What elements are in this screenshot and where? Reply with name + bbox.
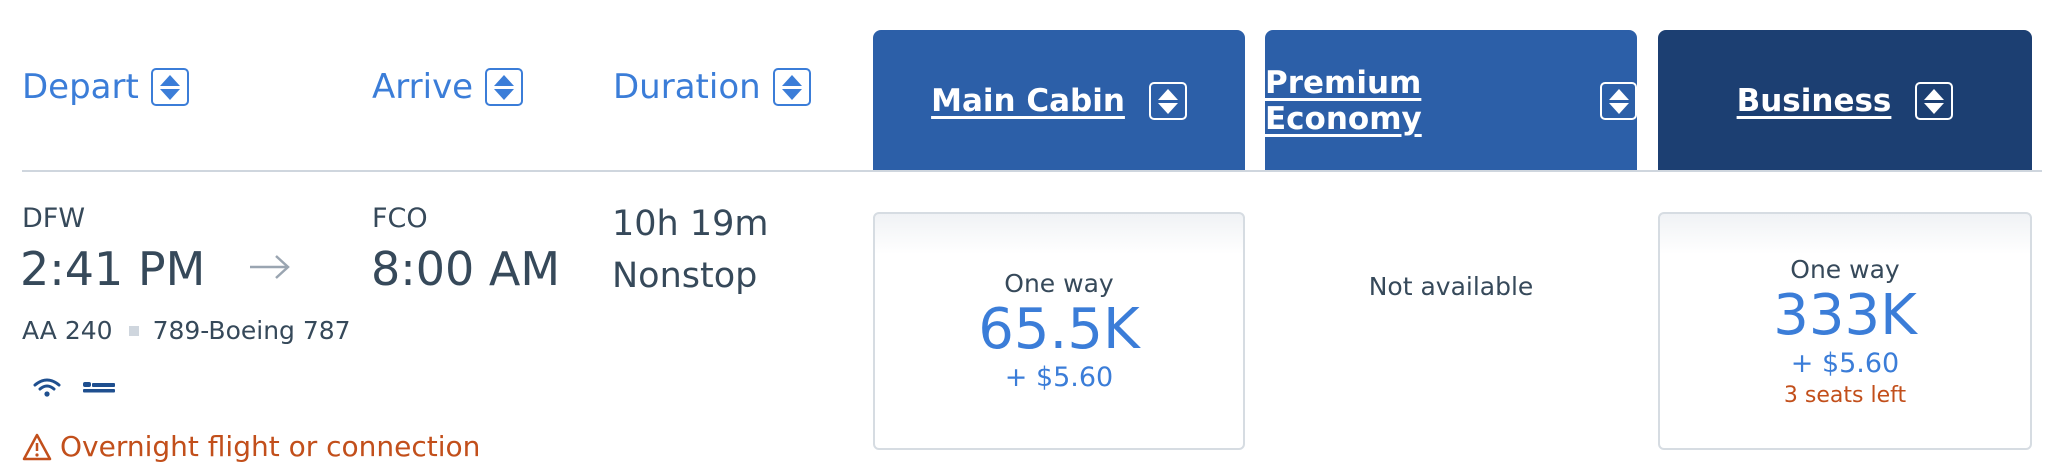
origin-airport: DFW <box>22 203 86 234</box>
fare-miles: 65.5K <box>978 297 1140 362</box>
sort-arrive-label: Arrive <box>372 67 474 107</box>
fare-label: One way <box>1004 269 1114 298</box>
fare-miles: 333K <box>1773 282 1917 348</box>
arrow-right-icon <box>250 255 290 279</box>
tab-business[interactable]: Business <box>1658 30 2032 172</box>
sort-toggle-icon[interactable] <box>772 68 811 106</box>
arrive-time: 8:00 AM <box>371 242 561 296</box>
fare-label: One way <box>1790 254 1900 284</box>
tab-main-cabin[interactable]: Main Cabin <box>873 30 1245 172</box>
tab-premium-economy[interactable]: Premium Economy <box>1265 30 1637 172</box>
aircraft-type[interactable]: 789-Boeing 787 <box>153 316 351 345</box>
fare-business[interactable]: One way 333K + $5.60 3 seats left <box>1658 212 2032 450</box>
lie-flat-seat-icon <box>83 382 115 393</box>
sort-toggle-icon[interactable] <box>1148 82 1187 120</box>
warning-triangle-icon <box>22 433 52 460</box>
tab-premium-economy-label[interactable]: Premium Economy <box>1265 65 1576 137</box>
sort-arrive[interactable]: Arrive <box>372 67 524 107</box>
sort-toggle-icon[interactable] <box>1915 82 1954 120</box>
sort-duration-label: Duration <box>613 67 761 107</box>
depart-time: 2:41 PM <box>20 242 206 296</box>
flight-number[interactable]: AA 240 <box>22 316 113 345</box>
destination-airport: FCO <box>372 203 428 234</box>
fare-tax: + $5.60 <box>1004 362 1114 393</box>
header-divider <box>22 170 2042 172</box>
warning-text: Overnight flight or connection <box>60 430 481 463</box>
sort-toggle-icon[interactable] <box>485 68 524 106</box>
flight-meta: AA 240 789-Boeing 787 <box>22 316 351 345</box>
sort-toggle-icon[interactable] <box>150 68 189 106</box>
separator <box>128 325 139 336</box>
tab-main-cabin-label[interactable]: Main Cabin <box>931 83 1125 119</box>
fare-tax: + $5.60 <box>1790 347 1900 379</box>
sort-toggle-icon[interactable] <box>1600 82 1637 120</box>
stops: Nonstop <box>612 256 758 296</box>
fare-main-cabin[interactable]: One way 65.5K + $5.60 <box>873 212 1245 450</box>
fare-premium-unavailable: Not available <box>1368 272 1534 301</box>
wifi-icon <box>33 378 61 397</box>
seats-left-badge: 3 seats left <box>1783 382 1907 408</box>
sort-depart[interactable]: Depart <box>22 67 189 107</box>
sort-duration[interactable]: Duration <box>613 67 811 107</box>
duration-block: 10h 19m Nonstop <box>612 198 768 302</box>
sort-depart-label: Depart <box>22 67 139 107</box>
flight-duration: 10h 19m <box>612 204 769 244</box>
tab-business-label[interactable]: Business <box>1737 83 1892 119</box>
overnight-warning: Overnight flight or connection <box>22 430 480 463</box>
